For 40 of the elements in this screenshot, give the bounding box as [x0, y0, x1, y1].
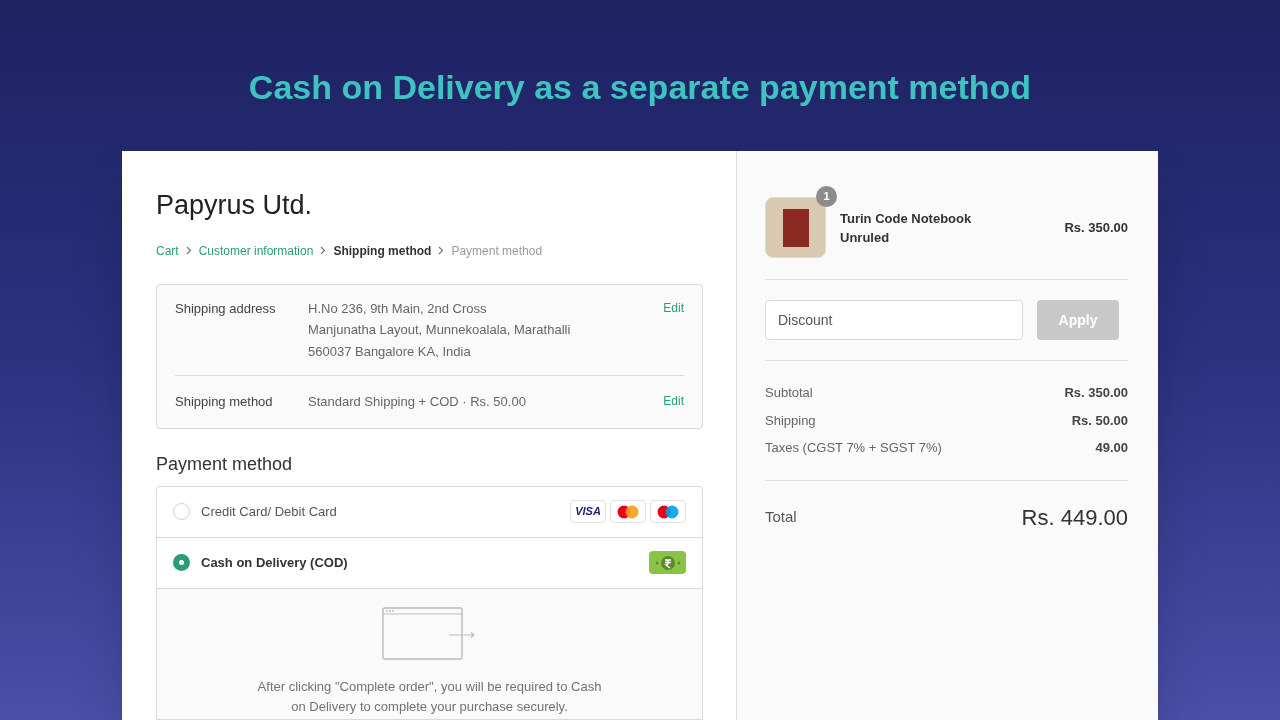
banknote-icon [649, 551, 686, 574]
card-logo: VISA [570, 500, 606, 523]
breadcrumb-item: Payment method [451, 242, 543, 260]
edit-link[interactable]: Edit [663, 392, 684, 412]
summary-value: Rs. 350.00 [1064, 384, 1128, 402]
breadcrumb-item[interactable]: Customer information [198, 241, 314, 260]
product-photo-placeholder [765, 197, 826, 258]
payment-option-label[interactable]: Credit Card/ Debit Card [201, 501, 337, 522]
chevron-icon [320, 246, 327, 255]
edit-link[interactable]: Edit [663, 298, 684, 361]
radio-button[interactable] [173, 503, 190, 520]
product-price: Rs. 350.00 [1064, 218, 1128, 237]
summary-value: 49.00 [1095, 439, 1128, 457]
summary-value: Rs. 50.00 [1071, 411, 1128, 430]
store-name: Papyrus Utd. [156, 189, 314, 222]
summary-label: Taxes (CGST 7% + SGST 7%) [765, 439, 942, 457]
product-name: Turin Code Notebook Unruled [840, 209, 973, 247]
review-label: Shipping method [175, 393, 274, 411]
review-value: 560037 Bangalore KA, India [308, 342, 472, 361]
total-value: Rs. 449.00 [1021, 503, 1128, 532]
summary-label: Shipping [765, 411, 816, 430]
review-label: Shipping address [175, 299, 277, 318]
circles-logo-icon [650, 500, 686, 523]
quantity-badge: 1 [816, 186, 837, 207]
review-value: H.No 236, 9th Main, 2nd Cross [308, 299, 488, 318]
breadcrumb-item: Shipping method [333, 242, 432, 260]
breadcrumb-item[interactable]: Cart [156, 241, 179, 260]
circles-logo-icon [610, 500, 646, 523]
total-label: Total [765, 506, 797, 527]
review-value: Standard Shipping + COD · Rs. 50.00 [308, 393, 527, 411]
browser-window-icon [382, 606, 477, 661]
headline: Cash on Delivery as a separate payment method [248, 67, 1032, 108]
chevron-icon [185, 246, 192, 255]
info-text: After clicking "Complete order", you will be required to Cash on Delivery to complete your purchase securely. [256, 677, 603, 716]
section-title: Payment method [156, 452, 294, 476]
radio-button[interactable] [173, 554, 190, 571]
payment-option-label[interactable]: Cash on Delivery (COD) [201, 552, 348, 573]
review-value: Manjunatha Layout, Munnekoalala, Marathalli [308, 321, 572, 339]
chevron-icon [438, 246, 445, 255]
summary-label: Subtotal [765, 384, 813, 402]
